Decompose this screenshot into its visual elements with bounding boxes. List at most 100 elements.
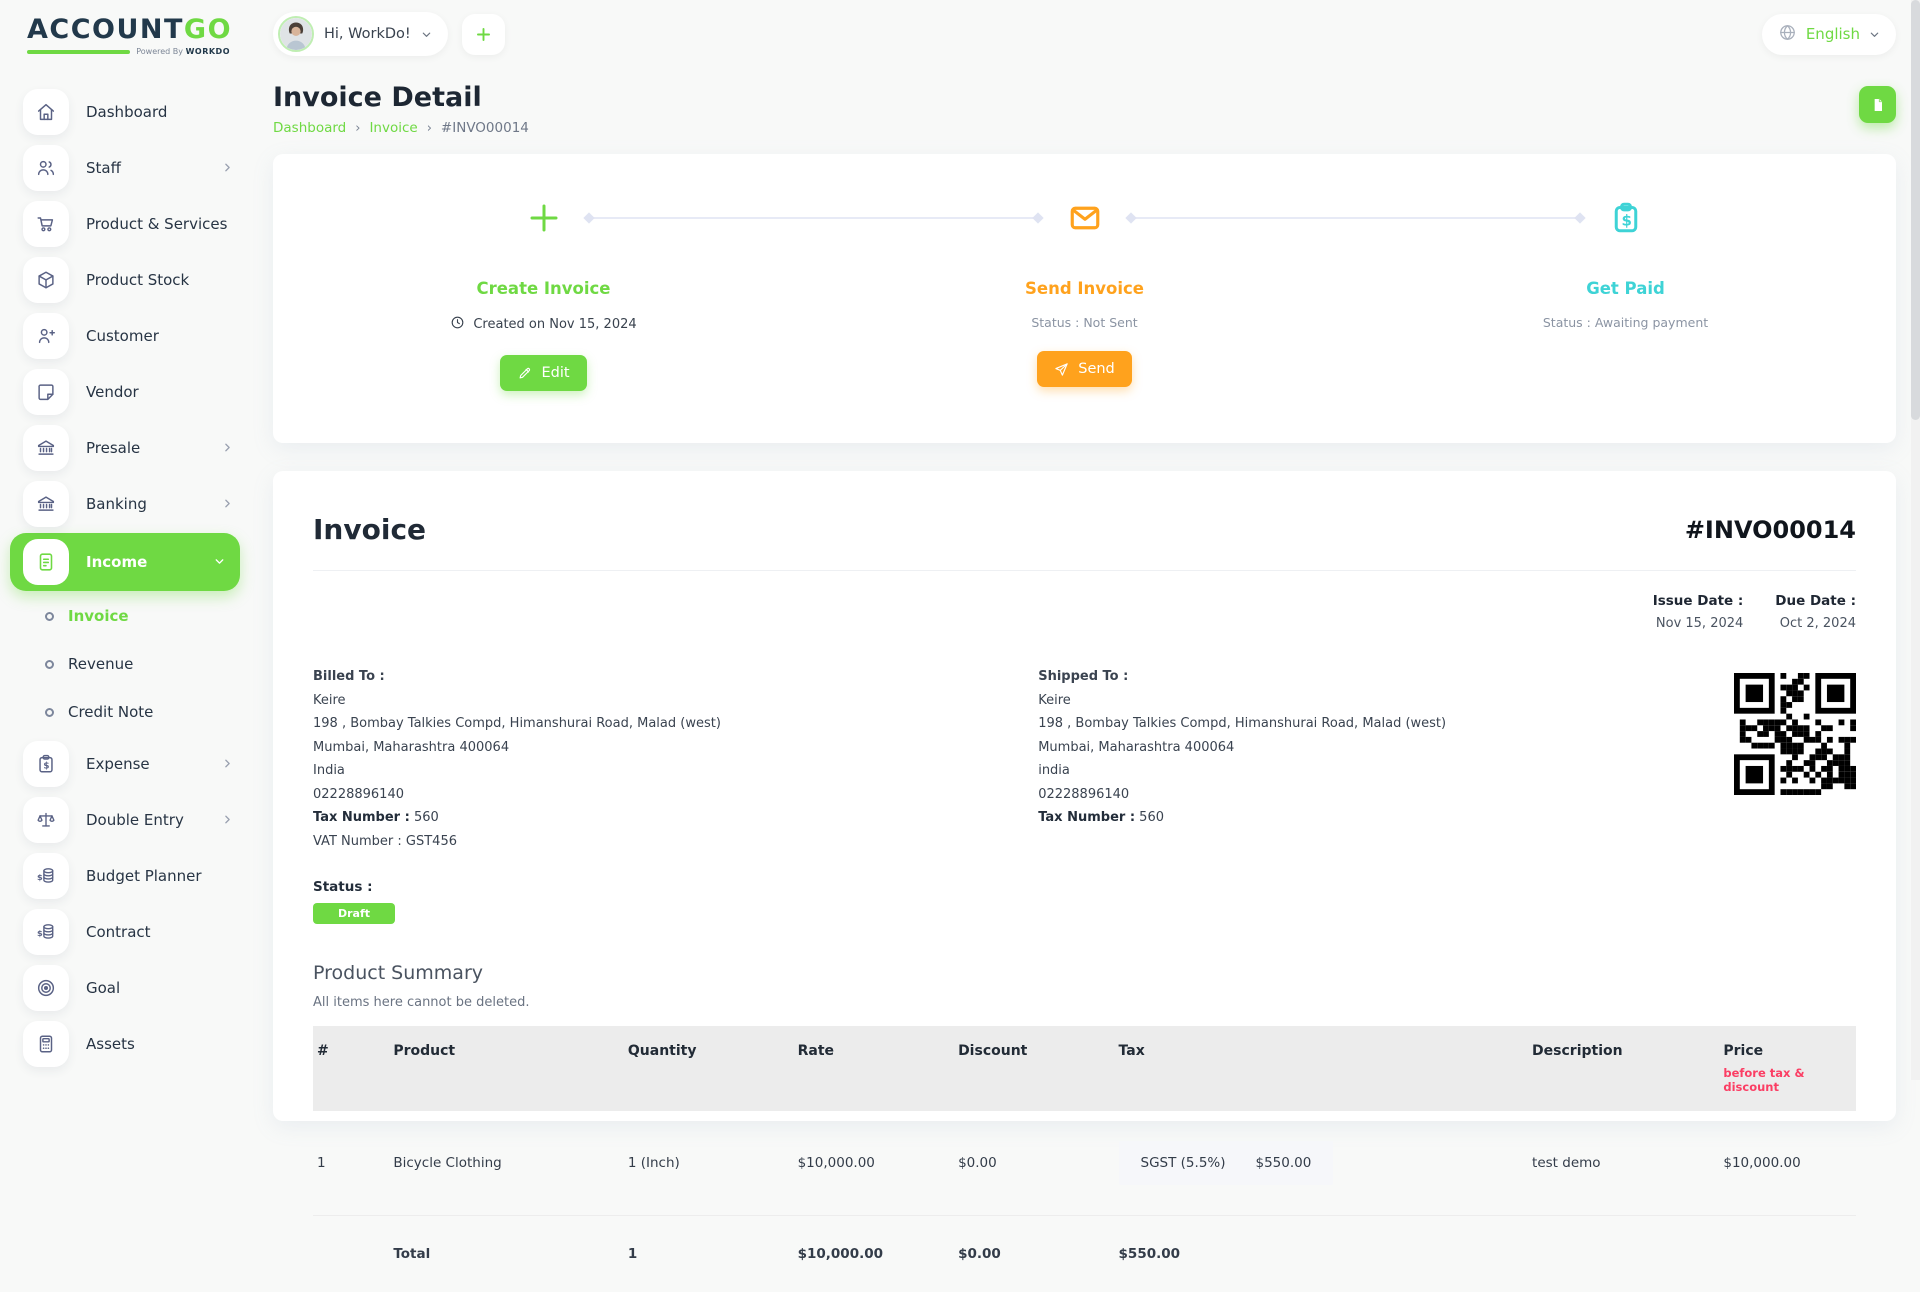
sidebar-item-product-services[interactable]: Product & Services — [0, 196, 250, 252]
paper-plane-icon — [1054, 362, 1069, 377]
product-summary-note: All items here cannot be deleted. — [313, 995, 1856, 1010]
chevron-right-icon — [221, 811, 234, 830]
sidebar-item-expense[interactable]: $ Expense — [0, 736, 250, 792]
step-status: Status : Awaiting payment — [1543, 315, 1708, 330]
col-tax: Tax — [1105, 1026, 1519, 1111]
sidebar-nav: Dashboard Staff Product & Services Produ… — [0, 84, 250, 1072]
sidebar: ACCOUNTGO Powered By WORKDO Dashboard St… — [0, 0, 250, 1080]
user-menu[interactable]: Hi, WorkDo! — [273, 12, 448, 56]
invoice-progress-card: Create Invoice Created on Nov 15, 2024 E… — [273, 154, 1896, 443]
powered-by: Powered By WORKDO — [136, 47, 230, 56]
step-create-invoice: Create Invoice Created on Nov 15, 2024 E… — [273, 200, 814, 391]
user-greeting: Hi, WorkDo! — [324, 26, 411, 42]
bullet-icon — [45, 708, 54, 717]
step-status: Status : Not Sent — [1031, 315, 1137, 330]
brand-logo[interactable]: ACCOUNTGO Powered By WORKDO — [0, 16, 250, 56]
sidebar-item-assets[interactable]: Assets — [0, 1016, 250, 1072]
sidebar-item-banking[interactable]: Banking — [0, 476, 250, 532]
edit-invoice-button[interactable]: Edit — [500, 355, 586, 391]
main-content: Hi, WorkDo! English Invoice Detail Dashb… — [250, 0, 1920, 1121]
avatar — [278, 16, 314, 52]
chevron-right-icon — [221, 439, 234, 458]
globe-icon — [1778, 23, 1797, 46]
step-title: Create Invoice — [477, 279, 611, 298]
divider — [313, 570, 1856, 571]
users-icon — [23, 145, 69, 191]
invoice-detail-card: Invoice #INVO00014 Issue Date : Nov 15, … — [273, 471, 1896, 1121]
chevron-down-icon — [1869, 25, 1880, 44]
brand-underline — [27, 50, 130, 54]
scrollbar-thumb[interactable] — [1911, 0, 1920, 420]
col-index: # — [313, 1026, 379, 1111]
sidebar-item-double-entry[interactable]: Double Entry — [0, 792, 250, 848]
sidebar-item-budget-planner[interactable]: $ Budget Planner — [0, 848, 250, 904]
chevron-right-icon — [221, 755, 234, 774]
status-badge: Draft — [313, 903, 395, 924]
send-invoice-button[interactable]: Send — [1037, 351, 1132, 387]
table-header-row: # Product Quantity Rate Discount Tax Des… — [313, 1026, 1856, 1111]
step-title: Get Paid — [1586, 279, 1665, 298]
sidebar-item-customer[interactable]: Customer — [0, 308, 250, 364]
breadcrumb-current: #INVO00014 — [441, 120, 529, 136]
table-row: 1 Bicycle Clothing 1 (Inch) $10,000.00 $… — [313, 1111, 1856, 1216]
pencil-icon — [517, 366, 532, 381]
clock-icon — [450, 315, 465, 334]
product-table: # Product Quantity Rate Discount Tax Des… — [313, 1026, 1856, 1292]
product-summary-title: Product Summary — [313, 962, 1856, 984]
sidebar-subitem-revenue[interactable]: Revenue — [0, 640, 250, 688]
language-selector[interactable]: English — [1762, 14, 1896, 55]
sidebar-item-staff[interactable]: Staff — [0, 140, 250, 196]
table-total-row: Total 1 $10,000.00 $0.00 $550.00 — [313, 1216, 1856, 1292]
svg-text:$: $ — [43, 761, 49, 771]
bank-icon — [23, 425, 69, 471]
chevron-right-icon — [221, 159, 234, 178]
clipboard-dollar-icon: $ — [23, 741, 69, 787]
col-quantity: Quantity — [614, 1026, 784, 1111]
shipped-to-block: Shipped To : Keire 198 , Bombay Talkies … — [1038, 669, 1734, 857]
sidebar-item-vendor[interactable]: Vendor — [0, 364, 250, 420]
sidebar-subitem-invoice[interactable]: Invoice — [0, 592, 250, 640]
step-get-paid: $ Get Paid Status : Awaiting payment — [1355, 200, 1896, 391]
step-connector — [1129, 217, 1582, 219]
step-connector — [587, 217, 1040, 219]
billed-to-block: Billed To : Keire 198 , Bombay Talkies C… — [313, 669, 1038, 857]
page-scrollbar[interactable] — [1911, 0, 1920, 1080]
clipboard-dollar-icon: $ — [1608, 200, 1644, 240]
calculator-icon — [23, 1021, 69, 1067]
tax-detail-box: SGST (5.5%) $550.00 — [1119, 1141, 1334, 1185]
invoice-number: #INVO00014 — [1685, 516, 1856, 544]
invoice-status: Status : Draft — [313, 879, 1856, 924]
breadcrumb-dashboard[interactable]: Dashboard — [273, 120, 346, 136]
step-send-invoice: Send Invoice Status : Not Sent Send — [814, 200, 1355, 391]
topbar: Hi, WorkDo! English — [273, 10, 1896, 58]
sidebar-subitem-credit-note[interactable]: Credit Note — [0, 688, 250, 736]
coins-dollar-icon: $ — [23, 909, 69, 955]
invoice-heading: Invoice — [313, 513, 426, 546]
sidebar-item-product-stock[interactable]: Product Stock — [0, 252, 250, 308]
sidebar-item-income[interactable]: Income — [10, 533, 240, 591]
due-date-block: Due Date : Oct 2, 2024 — [1775, 593, 1856, 631]
breadcrumb: Dashboard Invoice #INVO00014 — [273, 120, 529, 136]
chevron-right-icon — [221, 495, 234, 514]
invoice-doc-icon — [23, 539, 69, 585]
page-title: Invoice Detail — [273, 82, 529, 113]
breadcrumb-invoice[interactable]: Invoice — [369, 120, 417, 136]
svg-text:$: $ — [37, 928, 43, 938]
breadcrumb-separator — [418, 120, 441, 136]
col-price: Price before tax & discount — [1709, 1026, 1856, 1111]
cube-icon — [23, 257, 69, 303]
col-discount: Discount — [944, 1026, 1104, 1111]
sidebar-item-presale[interactable]: Presale — [0, 420, 250, 476]
duplicate-invoice-button[interactable] — [1859, 86, 1896, 123]
bank-icon — [23, 481, 69, 527]
sidebar-item-contract[interactable]: $ Contract — [0, 904, 250, 960]
language-label: English — [1806, 25, 1860, 43]
sidebar-item-goal[interactable]: Goal — [0, 960, 250, 1016]
scale-icon — [23, 797, 69, 843]
chevron-down-icon — [421, 25, 432, 44]
sidebar-item-dashboard[interactable]: Dashboard — [0, 84, 250, 140]
quick-add-button[interactable] — [462, 14, 505, 55]
note-icon — [23, 369, 69, 415]
col-description: Description — [1518, 1026, 1709, 1111]
coins-dollar-icon: $ — [23, 853, 69, 899]
